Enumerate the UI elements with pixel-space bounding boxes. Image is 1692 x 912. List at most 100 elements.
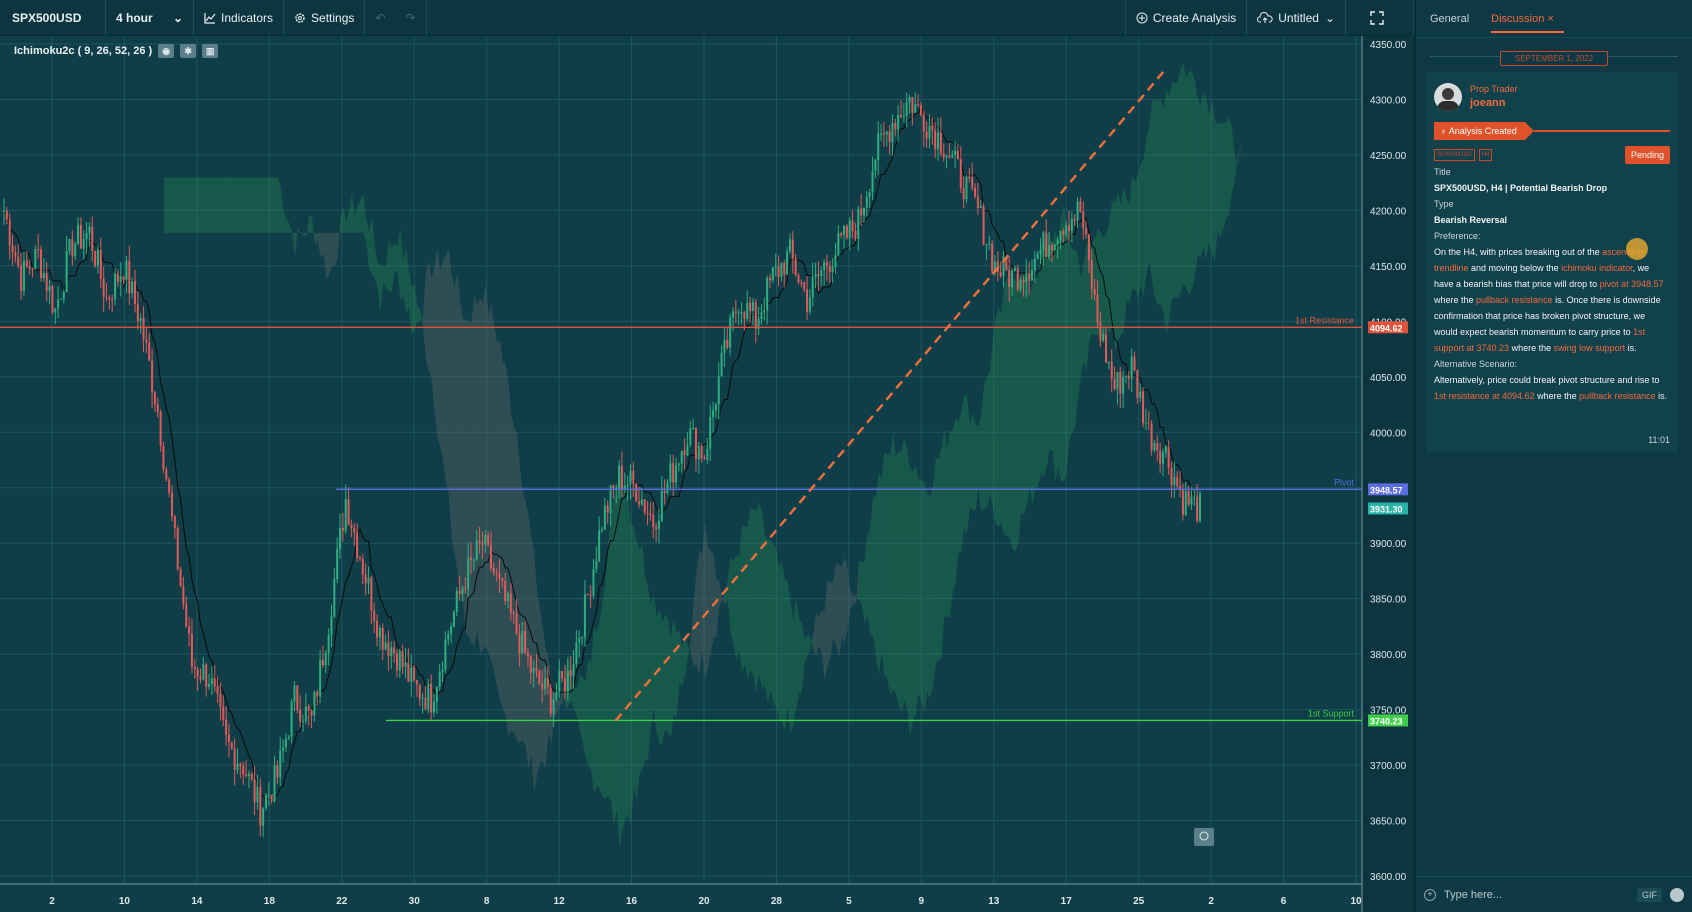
candle-body xyxy=(515,613,518,634)
candle-body xyxy=(743,312,746,319)
fullscreen-button[interactable] xyxy=(1346,0,1414,36)
candle-body xyxy=(111,299,114,301)
ichimoku-cloud-segment xyxy=(1169,81,1173,320)
x-tick-label: 14 xyxy=(191,896,203,907)
candle-body xyxy=(948,155,951,158)
create-analysis-button[interactable]: Create Analysis xyxy=(1124,0,1248,36)
candle-body xyxy=(720,352,723,377)
indicators-button[interactable]: Indicators xyxy=(194,0,285,36)
analysis-created-banner: ♁ Analysis Created xyxy=(1434,122,1670,140)
candle-body xyxy=(917,103,920,106)
ichimoku-cloud-segment xyxy=(1080,263,1084,376)
ichimoku-cloud-segment xyxy=(1149,100,1153,281)
chart-area[interactable]: 4350.004300.004250.004200.004150.004100.… xyxy=(0,36,1414,912)
ichimoku-cloud-segment xyxy=(1046,233,1050,467)
ichimoku-cloud-segment xyxy=(201,177,204,233)
candle-body xyxy=(919,105,922,115)
candle-body xyxy=(455,590,458,613)
candle-body xyxy=(518,633,521,654)
candle-body xyxy=(489,545,492,569)
candle-body xyxy=(418,684,421,699)
ichimoku-cloud-segment xyxy=(744,526,748,679)
author-info: Prop Trader joeann xyxy=(1470,84,1518,111)
layout-name-selector[interactable]: Untitled ⌄ xyxy=(1247,0,1346,36)
x-tick-label: 9 xyxy=(919,896,925,907)
ichimoku-cloud-segment xyxy=(912,466,916,722)
candle-body xyxy=(618,465,621,488)
gear-icon[interactable]: ✱ xyxy=(180,44,197,58)
candle-body xyxy=(1013,268,1016,271)
candle-body xyxy=(85,232,88,239)
ichimoku-cloud-segment xyxy=(183,177,187,233)
author-username[interactable]: joeann xyxy=(1470,95,1518,111)
created-line xyxy=(1533,130,1670,132)
close-icon[interactable]: × xyxy=(1547,13,1553,25)
pref-link-swing-low[interactable]: swing low support xyxy=(1554,343,1626,353)
pref-link-pivot[interactable]: pivot at 3948.57 xyxy=(1600,279,1664,289)
ichimoku-cloud-segment xyxy=(1058,218,1061,481)
ichimoku-cloud-segment xyxy=(904,437,908,710)
ichimoku-cloud-segment xyxy=(497,340,501,702)
candle-body xyxy=(925,131,928,139)
symbol-selector[interactable]: SPX500USD xyxy=(0,0,106,36)
candle-body xyxy=(250,773,253,780)
candle-body xyxy=(378,627,381,638)
candle-body xyxy=(1056,240,1059,245)
ichimoku-cloud-segment xyxy=(500,340,503,709)
candle-body xyxy=(1181,489,1184,515)
alt-link-pullback[interactable]: pullback resistance xyxy=(1579,391,1656,401)
candle-body xyxy=(299,710,302,722)
pref-link-pullback[interactable]: pullback resistance xyxy=(1476,295,1553,305)
candle-body xyxy=(1122,376,1125,394)
y-tick-label: 4000.00 xyxy=(1370,428,1407,439)
ichimoku-cloud-segment xyxy=(890,432,893,695)
ichimoku-cloud-segment xyxy=(599,601,603,797)
ichimoku-cloud-segment xyxy=(272,177,276,233)
candle-body xyxy=(1142,391,1145,424)
x-tick-label: 2 xyxy=(49,896,55,907)
ichimoku-cloud-segment xyxy=(223,177,227,233)
ichimoku-cloud-segment xyxy=(394,243,398,272)
ichimoku-cloud-segment xyxy=(1174,82,1178,299)
ichimoku-cloud-segment xyxy=(1015,279,1019,552)
candle-body xyxy=(319,659,322,697)
emoji-icon[interactable] xyxy=(1670,887,1684,902)
price-chart[interactable]: 4350.004300.004250.004200.004150.004100.… xyxy=(0,36,1414,912)
gif-button[interactable]: GIF xyxy=(1637,887,1662,902)
candle-body xyxy=(934,130,937,150)
settings-button[interactable]: Settings xyxy=(284,0,366,36)
candle-body xyxy=(168,479,171,493)
undo-button[interactable]: ↶ xyxy=(365,0,395,36)
x-tick-label: 25 xyxy=(1133,896,1145,907)
candle-body xyxy=(293,685,296,702)
candle-body xyxy=(1105,334,1108,363)
candle-body xyxy=(549,687,552,714)
message-input[interactable]: Type here... xyxy=(1444,889,1629,901)
undo-icon: ↶ xyxy=(375,10,386,25)
ichimoku-cloud-segment xyxy=(875,472,879,676)
candle-body xyxy=(1011,270,1014,287)
ichimoku-cloud-segment xyxy=(659,609,663,744)
candle-body xyxy=(310,710,313,716)
candle-body xyxy=(535,667,538,671)
tab-general[interactable]: General xyxy=(1430,5,1469,33)
timeframe-selector[interactable]: 4 hour ⌄ xyxy=(106,0,194,36)
ichimoku-cloud-segment xyxy=(303,232,307,237)
redo-button[interactable]: ↷ xyxy=(395,0,427,36)
ichimoku-cloud-segment xyxy=(921,479,925,714)
created-tag: ♁ Analysis Created xyxy=(1434,122,1534,140)
eye-icon[interactable]: ◉ xyxy=(158,44,175,58)
ichimoku-cloud-segment xyxy=(164,177,167,233)
add-attachment-icon[interactable]: + xyxy=(1424,888,1436,901)
candle-body xyxy=(794,258,797,276)
candle-body xyxy=(911,97,914,113)
candle-body xyxy=(353,528,356,533)
trash-icon[interactable]: ▥ xyxy=(202,44,219,58)
candle-body xyxy=(48,286,51,292)
candle-body xyxy=(99,249,102,279)
candle-body xyxy=(1170,467,1173,485)
pref-link-ichimoku[interactable]: ichimoku indicator xyxy=(1561,263,1633,273)
tab-discussion[interactable]: Discussion × xyxy=(1491,5,1564,33)
alt-link-resistance[interactable]: 1st resistance at 4094.62 xyxy=(1434,391,1535,401)
